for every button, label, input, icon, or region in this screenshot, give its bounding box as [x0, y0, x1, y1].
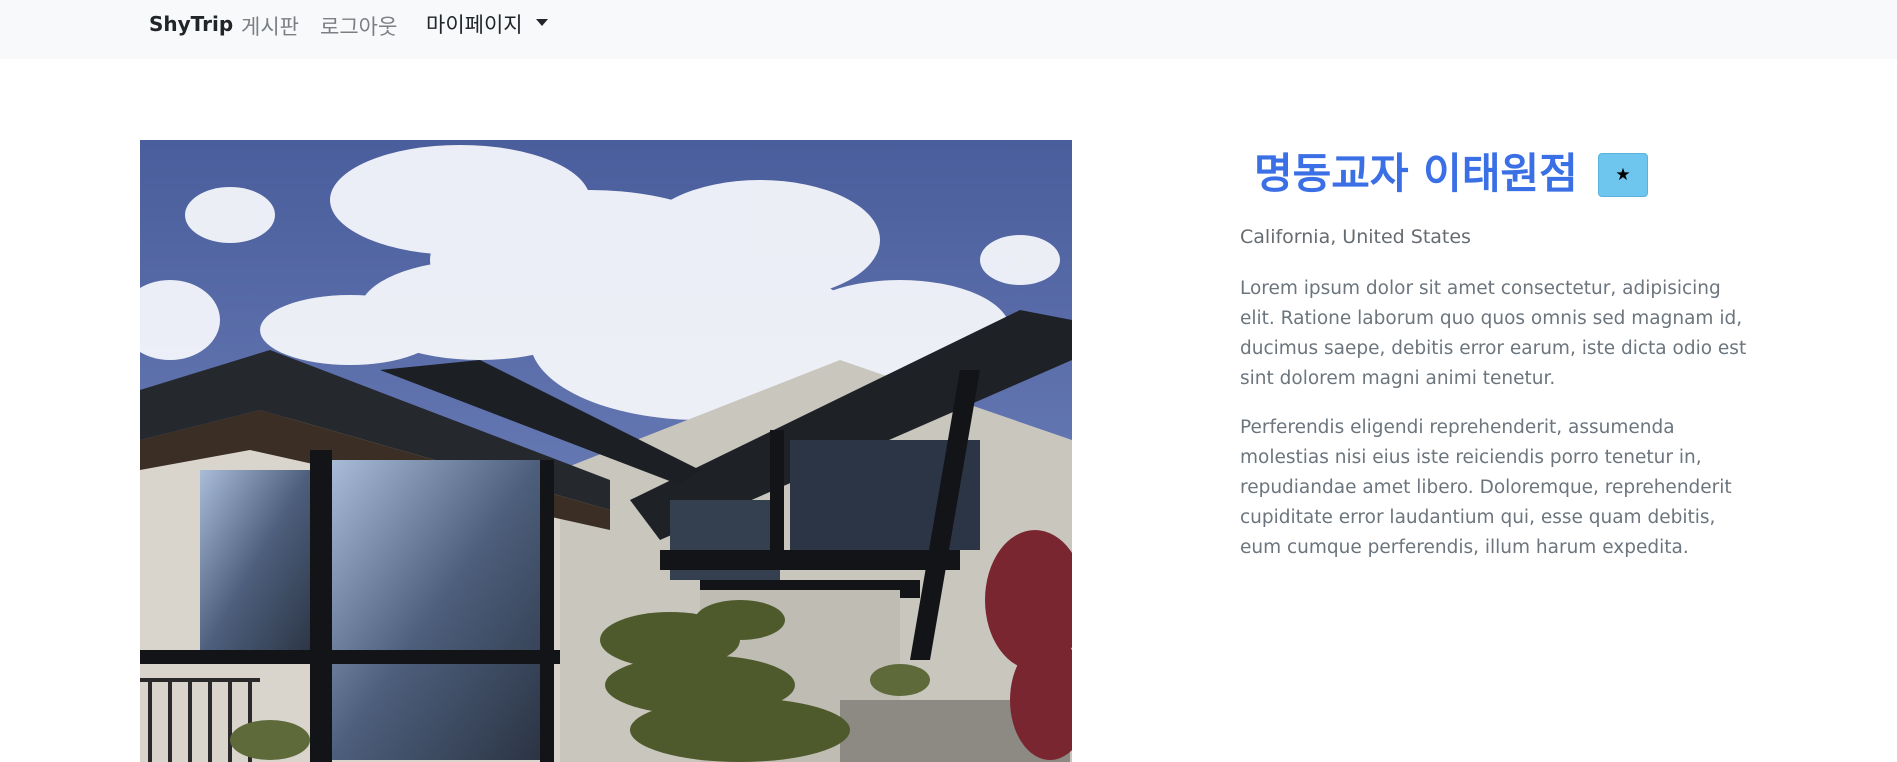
nav-link-logout[interactable]: 로그아웃 — [320, 11, 397, 41]
place-photo — [140, 140, 1072, 762]
nav-dropdown-mypage[interactable]: 마이페이지 — [426, 9, 523, 39]
navbar: ShyTrip 게시판 로그아웃 마이페이지 — [0, 0, 1897, 59]
description-paragraph-2: Perferendis eligendi reprehenderit, assu… — [1240, 417, 1732, 558]
nav-link-board[interactable]: 게시판 — [241, 11, 299, 41]
description-paragraph-1: Lorem ipsum dolor sit amet consectetur, … — [1240, 278, 1747, 389]
brand-link[interactable]: ShyTrip — [149, 12, 233, 36]
caret-down-icon[interactable] — [536, 19, 548, 26]
star-icon: ★ — [1615, 165, 1631, 184]
house-photo-illustration — [140, 140, 1072, 762]
place-location: California, United States — [1240, 226, 1471, 248]
favorite-button[interactable]: ★ — [1598, 153, 1648, 197]
place-title: 명동교자 이태원점 — [1254, 149, 1578, 198]
